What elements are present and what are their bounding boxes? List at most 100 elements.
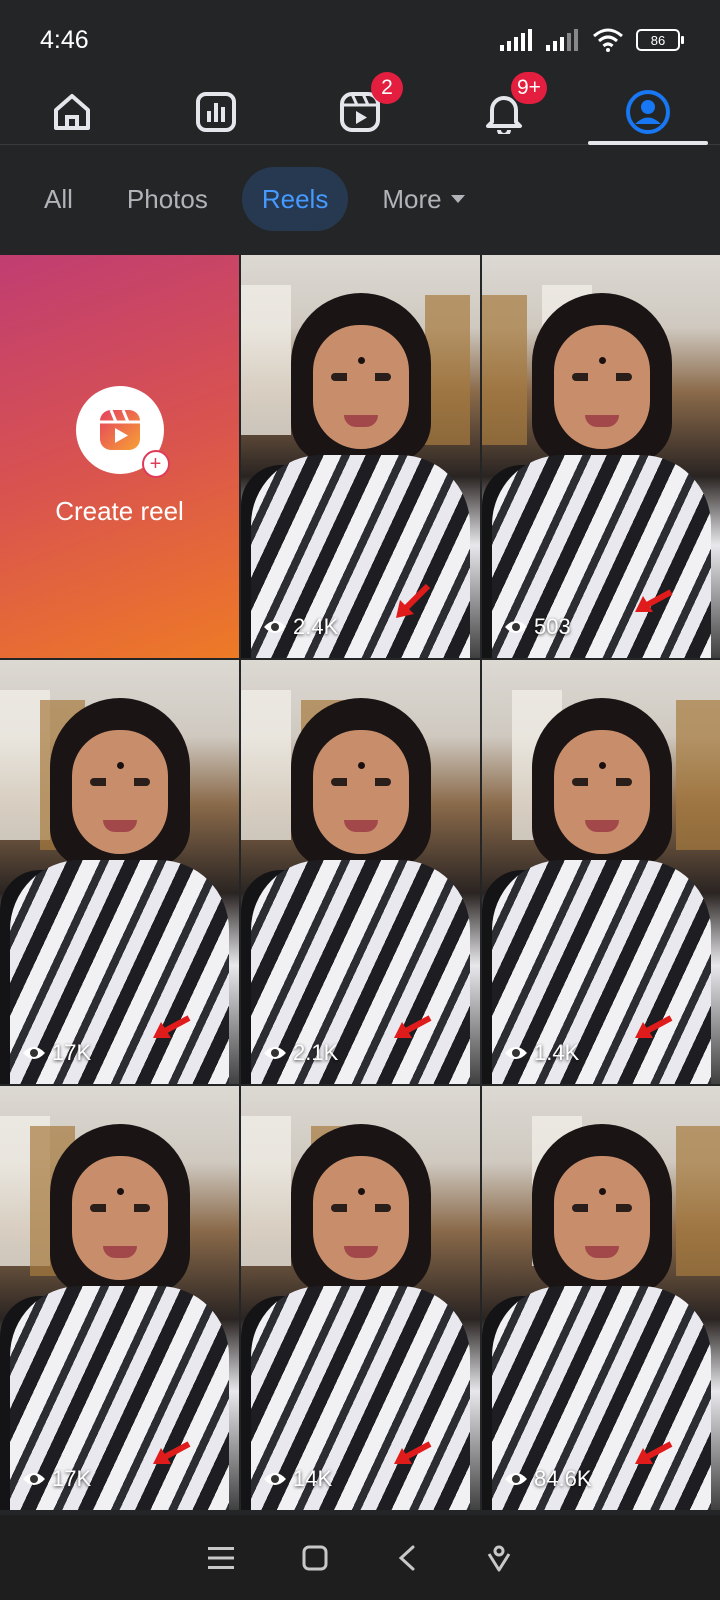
system-nav-bar — [0, 1515, 720, 1600]
create-reel-label: Create reel — [55, 496, 184, 526]
tab-reels-label: Reels — [261, 183, 329, 214]
view-count: 14K — [263, 1466, 332, 1492]
bindi — [357, 762, 365, 769]
view-count: 84.6K — [504, 1466, 592, 1492]
back-icon[interactable] — [395, 1544, 419, 1572]
red-arrow-icon — [635, 589, 673, 612]
reel-thumbnail[interactable]: 84.6K — [482, 1086, 720, 1510]
tab-more-label: More — [382, 183, 442, 214]
background-window — [241, 285, 291, 435]
reel-thumbnail[interactable]: 17K — [0, 1086, 239, 1510]
create-reel-circle: + — [75, 386, 170, 478]
tab-all[interactable]: All — [24, 167, 93, 231]
reel-thumbnail[interactable]: 14K — [241, 1086, 480, 1510]
reels-badge: 2 — [371, 72, 403, 104]
face — [553, 325, 650, 449]
bindi — [598, 762, 606, 769]
reel-thumbnail[interactable]: 503 — [482, 255, 720, 658]
signal-icon — [500, 29, 532, 51]
red-arrow-icon — [394, 1441, 432, 1464]
status-time: 4:46 — [40, 25, 89, 54]
signal-icon-secondary — [546, 29, 578, 51]
red-arrow-icon — [396, 583, 431, 618]
reel-thumbnail[interactable]: 2.1K — [241, 660, 480, 1084]
notifications-badge: 9+ — [511, 72, 547, 104]
home-icon — [54, 94, 90, 130]
face — [71, 1156, 168, 1280]
red-arrow-icon — [635, 1015, 673, 1038]
bindi — [598, 1188, 606, 1195]
top-nav: 2 9+ — [0, 72, 720, 145]
tab-photos-label: Photos — [126, 183, 208, 214]
eyes — [571, 1204, 632, 1212]
eye-icon — [264, 621, 286, 633]
eyes — [89, 778, 150, 786]
background-window — [241, 1116, 291, 1266]
view-count-text: 2.4K — [293, 614, 339, 639]
create-reel-tile[interactable]: + Create reel — [0, 255, 239, 658]
background-curtain — [676, 1126, 720, 1276]
tab-reels[interactable]: Reels — [241, 167, 349, 231]
home-button-icon[interactable] — [301, 1544, 329, 1572]
profile-icon — [626, 90, 670, 134]
eyes — [330, 778, 391, 786]
eye-icon — [264, 1047, 286, 1059]
view-count-text: 17K — [52, 1040, 92, 1065]
red-arrow-icon — [635, 1441, 673, 1464]
bindi — [598, 357, 606, 364]
assistant-icon[interactable] — [484, 1543, 514, 1573]
red-arrow-icon — [153, 1015, 191, 1038]
eye-icon — [264, 1473, 286, 1485]
eye-icon — [23, 1047, 45, 1059]
reel-thumbnail[interactable]: 17K — [0, 660, 239, 1084]
nav-reels[interactable]: 2 — [305, 72, 415, 144]
view-count: 2.4K — [263, 614, 338, 640]
nav-notifications[interactable]: 9+ — [449, 72, 559, 144]
eyes — [89, 1204, 150, 1212]
nav-dashboard[interactable] — [161, 80, 271, 144]
nav-profile[interactable] — [588, 80, 708, 145]
tab-all-label: All — [44, 183, 73, 214]
reels-gradient-icon — [99, 409, 140, 450]
face — [312, 730, 409, 854]
reels-grid: + Create reel 2.4K 503 17K 2.1K 1.4K 17K… — [0, 255, 720, 1515]
status-icons: 86 — [500, 28, 684, 52]
battery-icon: 86 — [636, 29, 684, 51]
eyes — [571, 778, 632, 786]
view-count: 2.1K — [263, 1040, 338, 1066]
dashboard-icon — [196, 92, 236, 132]
red-arrow-icon — [394, 1015, 432, 1038]
face — [312, 1156, 409, 1280]
eye-icon — [23, 1473, 45, 1485]
status-bar: 4:46 86 — [0, 0, 720, 80]
reel-thumbnail[interactable]: 2.4K — [241, 255, 480, 658]
view-count-text: 84.6K — [534, 1466, 592, 1491]
nav-home[interactable] — [17, 80, 127, 144]
caret-down-icon — [450, 195, 465, 203]
view-count-text: 503 — [534, 614, 571, 639]
face — [71, 730, 168, 854]
view-count-text: 2.1K — [293, 1040, 339, 1065]
reel-thumbnail[interactable]: 1.4K — [482, 660, 720, 1084]
view-count-text: 14K — [293, 1466, 333, 1491]
face — [312, 325, 409, 449]
background-curtain — [676, 700, 720, 850]
eye-icon — [505, 1473, 527, 1485]
tab-photos[interactable]: Photos — [107, 167, 228, 231]
view-count-text: 1.4K — [534, 1040, 580, 1065]
bindi — [116, 1188, 124, 1195]
eyes — [571, 373, 632, 381]
view-count: 17K — [22, 1040, 91, 1066]
menu-icon[interactable] — [206, 1545, 236, 1571]
eyes — [330, 1204, 391, 1212]
bindi — [116, 762, 124, 769]
eye-icon — [505, 621, 527, 633]
tab-more[interactable]: More — [362, 167, 485, 231]
plus-icon: + — [141, 450, 170, 478]
background-curtain — [425, 295, 470, 445]
eye-icon — [505, 1047, 527, 1059]
background-curtain — [482, 295, 527, 445]
bindi — [357, 1188, 365, 1195]
view-count: 1.4K — [504, 1040, 579, 1066]
view-count-text: 17K — [52, 1466, 92, 1491]
